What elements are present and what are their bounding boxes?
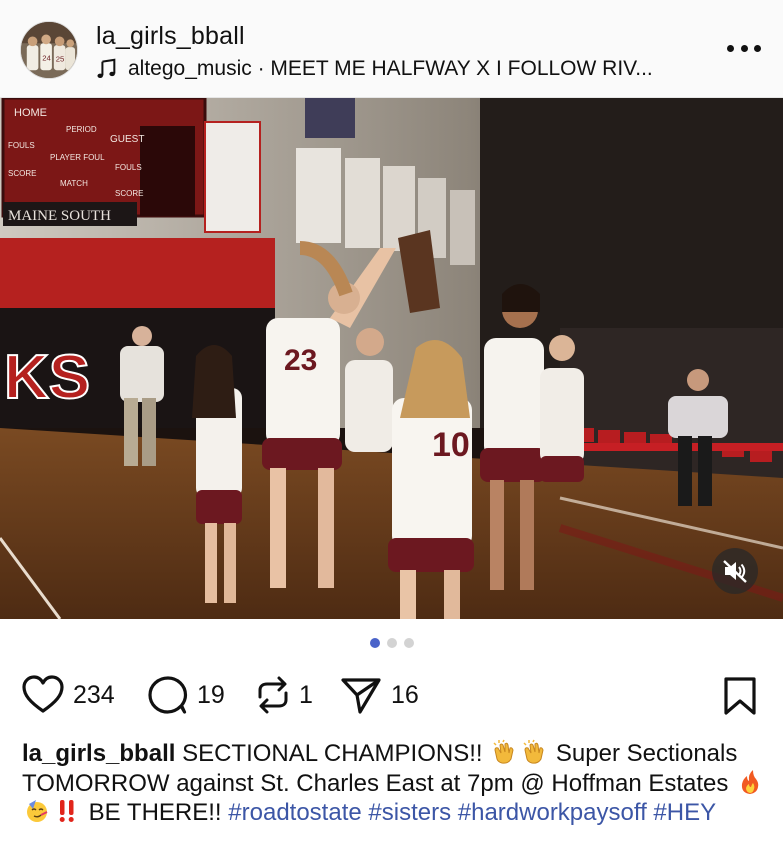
share-button[interactable]: 16 <box>340 672 419 718</box>
svg-text:24: 24 <box>42 54 51 63</box>
hashtag-link[interactable]: #hardworkpaysoff <box>458 799 647 826</box>
double-exclamation-icon <box>59 800 74 822</box>
paper-plane-icon <box>341 678 381 714</box>
gym-sign: MAINE SOUTH <box>8 208 111 224</box>
caption-text: BE THERE!! <box>88 799 222 826</box>
scoreboard-text: SCORE <box>8 169 36 178</box>
clapping-hands-icon <box>523 739 544 764</box>
scoreboard-text: HOME <box>14 107 47 119</box>
post-username[interactable]: la_girls_bball <box>96 22 245 51</box>
carousel-dot[interactable] <box>403 638 414 648</box>
partying-face-icon <box>27 800 48 822</box>
music-note-icon <box>97 58 116 78</box>
like-count: 234 <box>73 680 115 709</box>
wall-letters: KS <box>4 343 90 412</box>
comment-button[interactable]: 19 <box>148 672 225 718</box>
share-count: 16 <box>391 680 419 709</box>
mute-button[interactable] <box>712 548 758 594</box>
scoreboard-text: GUEST <box>110 134 144 145</box>
speaker-muted-icon <box>723 560 747 583</box>
scoreboard-text: MATCH <box>60 179 88 188</box>
avatar[interactable]: 24 25 <box>20 21 78 79</box>
carousel-indicator <box>0 638 783 652</box>
repost-button[interactable]: 1 <box>256 672 313 718</box>
hashtag-link[interactable]: #sisters <box>368 799 451 826</box>
post-photo: HOME PERIOD GUEST FOULS PLAYER FOUL FOUL… <box>0 98 783 619</box>
carousel-dot-active[interactable] <box>369 638 380 648</box>
fire-icon <box>741 769 759 794</box>
heart-icon <box>22 675 64 713</box>
scoreboard-text: PLAYER FOUL <box>50 153 105 162</box>
svg-text:25: 25 <box>56 55 65 64</box>
comment-count: 19 <box>197 680 225 709</box>
scoreboard-text: FOULS <box>115 163 142 172</box>
post-caption: la_girls_bball SECTIONAL CHAMPIONS!! Sup… <box>22 739 767 828</box>
caption-username[interactable]: la_girls_bball <box>22 740 175 767</box>
save-button[interactable] <box>723 676 757 716</box>
scoreboard-text: SCORE <box>115 189 143 198</box>
bookmark-icon <box>724 677 756 715</box>
jersey-number: 10 <box>432 426 470 464</box>
hashtag-link[interactable]: #roadtostate <box>228 799 361 826</box>
music-attribution[interactable]: altego_music · MEET ME HALFWAY X I FOLLO… <box>96 57 653 81</box>
post-header: 24 25 la_girls_bball altego_music · MEET… <box>0 0 783 98</box>
action-bar: 234 19 1 16 <box>0 672 783 718</box>
comment-bubble-icon <box>148 676 188 714</box>
more-options-button[interactable] <box>727 36 761 60</box>
repost-count: 1 <box>299 680 313 709</box>
repost-arrows-icon <box>258 676 288 714</box>
scoreboard-text: FOULS <box>8 141 35 150</box>
clapping-hands-icon <box>493 739 514 764</box>
like-button[interactable]: 234 <box>22 672 115 718</box>
caption-text: SECTIONAL CHAMPIONS!! <box>182 740 483 767</box>
avatar-image: 24 25 <box>21 22 77 78</box>
carousel-dot[interactable] <box>386 638 397 648</box>
jersey-number: 23 <box>284 344 317 377</box>
more-horizontal-icon <box>727 44 734 52</box>
post-media[interactable]: HOME PERIOD GUEST FOULS PLAYER FOUL FOUL… <box>0 98 783 619</box>
music-label: altego_music · MEET ME HALFWAY X I FOLLO… <box>128 57 653 80</box>
hashtag-link[interactable]: #HEY <box>653 799 716 826</box>
scoreboard-text: PERIOD <box>66 125 97 134</box>
